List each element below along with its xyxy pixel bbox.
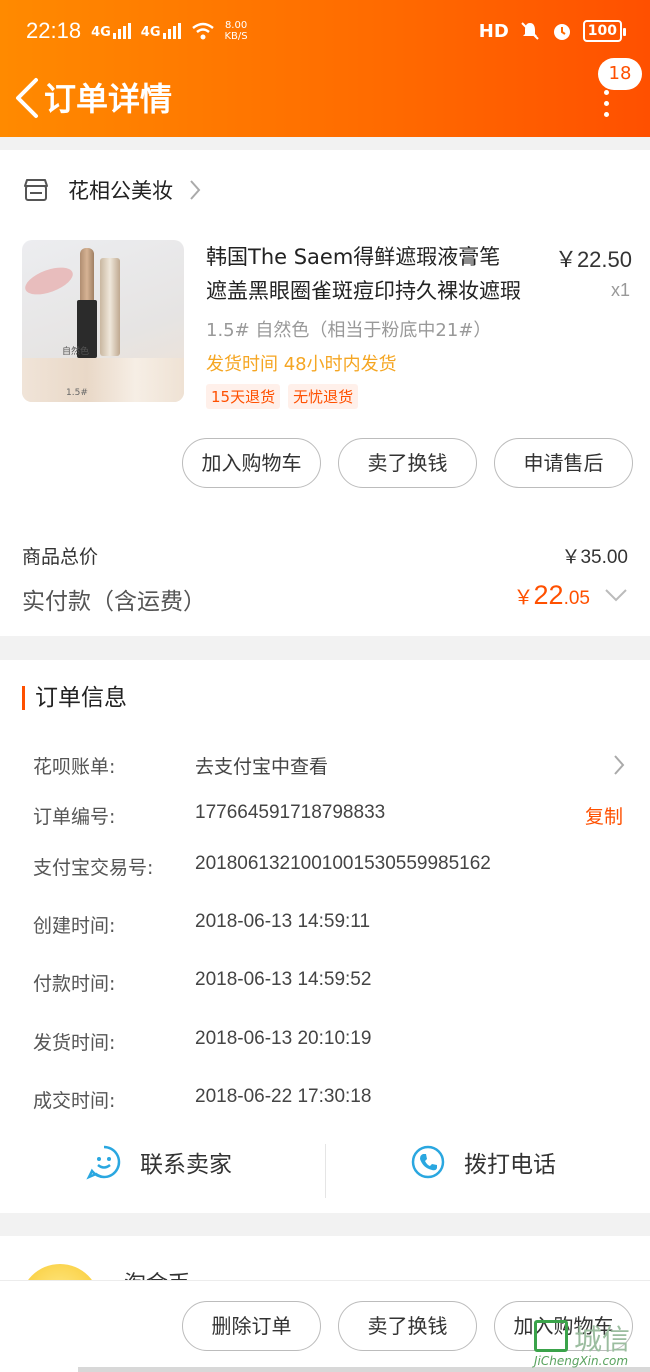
signal-2: 4G <box>141 23 181 39</box>
alipay-trade-value: 2018061321001001530559985162 <box>195 853 491 874</box>
product-title-line1: 韩国The Saem得鲜遮瑕液膏笔 <box>206 245 501 269</box>
signal-2-label: 4G <box>140 25 161 40</box>
service-tags: 15天退货 无忧退货 <box>206 384 359 409</box>
watermark-box-icon <box>534 1320 568 1352</box>
net-speed-unit: KB/S <box>224 31 248 42</box>
delete-order-button[interactable]: 删除订单 <box>182 1301 321 1351</box>
shop-row[interactable]: 花相公美妆 <box>22 176 201 204</box>
contact-bar: 联系卖家 拨打电话 <box>0 1144 650 1198</box>
more-menu-icon[interactable] <box>598 90 614 117</box>
chevron-down-icon[interactable] <box>604 588 628 602</box>
page-title: 订单详情 <box>44 80 173 118</box>
mute-icon <box>521 22 539 40</box>
ship-time: 发货时间 48小时内发货 <box>206 350 397 376</box>
paid-time-value: 2018-06-13 14:59:52 <box>195 969 372 990</box>
product-price: ￥22.50 <box>554 247 632 272</box>
net-speed-value: 8.00 <box>224 20 248 31</box>
contact-seller-label: 联系卖家 <box>140 1152 232 1178</box>
contact-seller-button[interactable]: 联系卖家 <box>86 1144 232 1180</box>
chevron-right-icon <box>190 180 201 200</box>
done-time-value: 2018-06-22 17:30:18 <box>195 1086 372 1107</box>
chat-smile-icon <box>86 1145 121 1180</box>
product-quantity: x1 <box>610 280 630 300</box>
paid-currency: ￥ <box>513 587 534 609</box>
paid-decimal: .05 <box>563 588 590 609</box>
product-sku: 1.5# 自然色（相当于粉底中21#） <box>206 320 492 341</box>
status-time: 22:18 <box>26 18 82 43</box>
store-icon <box>24 179 48 201</box>
contact-divider <box>325 1144 326 1198</box>
image-label-number: 1.5# <box>66 388 88 398</box>
status-bar: 22:18 4G 4G 8.00 KB/S HD 100 <box>0 0 650 64</box>
tag-worry-free-return: 无忧退货 <box>288 384 359 409</box>
watermark-logo: 城信 JiChengXin.com <box>530 1318 648 1370</box>
order-number-label: 订单编号: <box>33 806 116 828</box>
call-phone-label: 拨打电话 <box>464 1152 556 1178</box>
status-right: HD 100 <box>478 20 627 42</box>
product-title-line2: 遮盖黑眼圈雀斑痘印持久裸妆遮瑕 <box>206 279 521 303</box>
message-badge[interactable]: 18 <box>598 58 642 90</box>
back-arrow-icon[interactable] <box>8 72 48 122</box>
paid-time-label: 付款时间: <box>33 973 116 995</box>
paid-integer: 22 <box>533 580 564 610</box>
paid-amount-label: 实付款（含运费） <box>22 589 206 615</box>
resell-button[interactable]: 卖了换钱 <box>338 438 477 488</box>
alarm-icon <box>553 24 570 40</box>
phone-icon <box>411 1145 445 1179</box>
chevron-right-icon <box>614 755 625 775</box>
created-time-value: 2018-06-13 14:59:11 <box>195 911 371 932</box>
image-swatch <box>22 358 184 402</box>
watermark-en: JiChengXin.com <box>534 1354 629 1368</box>
order-info-title: 订单信息 <box>22 686 127 710</box>
order-number-value: 177664591718798833 <box>195 802 386 823</box>
net-speed: 8.00 KB/S <box>225 20 248 42</box>
product-title[interactable]: 韩国The Saem得鲜遮瑕液膏笔 遮盖黑眼圈雀斑痘印持久裸妆遮瑕 <box>206 240 536 308</box>
image-label-shade: 自然色 <box>62 347 90 357</box>
watermark-cn: 城信 <box>574 1323 631 1356</box>
huabei-label: 花呗账单: <box>33 756 116 778</box>
call-phone-button[interactable]: 拨打电话 <box>410 1144 556 1180</box>
app-header: 22:18 4G 4G 8.00 KB/S HD 100 订单详情 18 <box>0 0 650 137</box>
copy-button[interactable]: 复制 <box>585 802 623 829</box>
hd-indicator: HD <box>478 20 509 42</box>
tag-15-day-return: 15天退货 <box>206 384 281 409</box>
ship-time-value: 48小时内发货 <box>283 354 397 375</box>
signal-1: 4G <box>91 23 131 39</box>
battery-indicator: 100 <box>582 20 627 42</box>
nav-bar: 订单详情 18 <box>0 58 650 137</box>
resell-bottom-button[interactable]: 卖了换钱 <box>338 1301 477 1351</box>
shipped-time-value: 2018-06-13 20:10:19 <box>195 1028 372 1049</box>
total-price-value: ￥35.00 <box>561 547 628 568</box>
created-time-label: 创建时间: <box>33 915 116 937</box>
order-item-card: 花相公美妆 自然色 1.5# 韩国The Saem得鲜遮瑕液膏笔 遮盖黑眼圈雀斑… <box>0 150 650 636</box>
after-sale-button[interactable]: 申请售后 <box>494 438 633 488</box>
signal-bars-icon <box>162 23 181 39</box>
image-decor <box>22 262 77 300</box>
total-price-label: 商品总价 <box>22 546 99 568</box>
product-image[interactable]: 自然色 1.5# <box>22 240 184 402</box>
ship-time-label: 发货时间 <box>206 354 278 375</box>
add-to-cart-button[interactable]: 加入购物车 <box>182 438 321 488</box>
shipped-time-label: 发货时间: <box>33 1032 116 1054</box>
done-time-label: 成交时间: <box>33 1090 116 1112</box>
huabei-value: 去支付宝中查看 <box>195 756 329 778</box>
signal-bars-icon <box>112 23 131 39</box>
shop-name: 花相公美妆 <box>68 179 173 203</box>
wifi-icon <box>191 22 214 40</box>
status-left: 22:18 4G 4G 8.00 KB/S <box>26 18 248 44</box>
paid-amount-value: ￥22.05 <box>514 580 590 611</box>
order-info-card: 订单信息 花呗账单: 去支付宝中查看 订单编号: 177664591718798… <box>0 660 650 1213</box>
image-tube <box>100 258 120 356</box>
alipay-trade-label: 支付宝交易号: <box>33 857 154 879</box>
signal-1-label: 4G <box>91 25 111 40</box>
